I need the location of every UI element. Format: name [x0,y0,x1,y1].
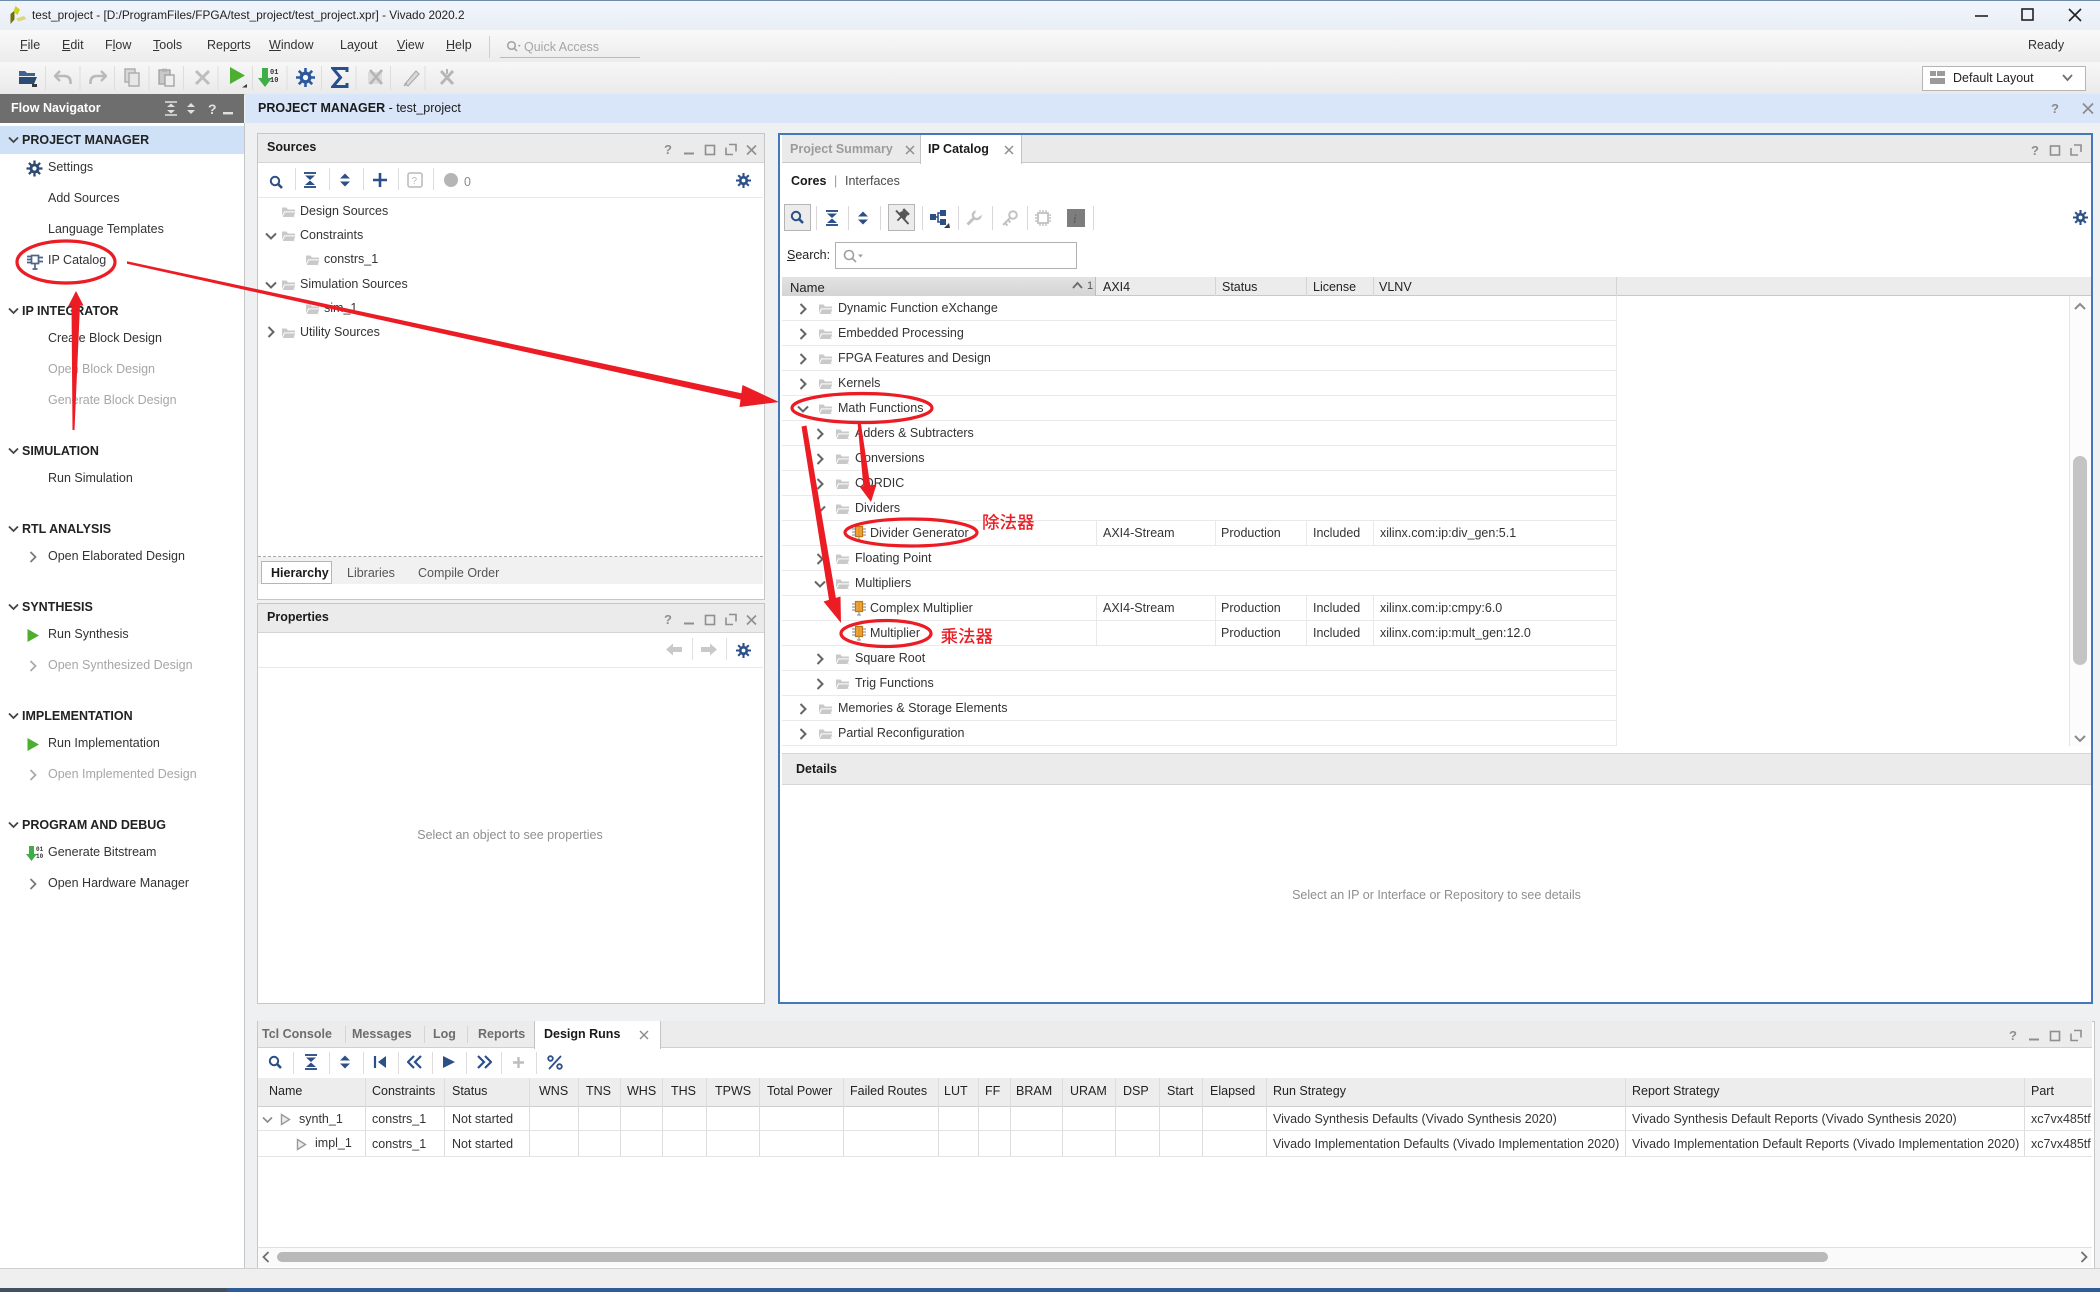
svg-text:?: ? [412,176,418,187]
svg-text:?: ? [2051,102,2059,115]
svg-text:10: 10 [270,77,278,85]
svg-text:01: 01 [36,846,44,853]
svg-text:?: ? [2031,144,2039,158]
svg-text:10: 10 [36,853,44,860]
svg-text:?: ? [208,101,217,116]
svg-text:01: 01 [270,69,278,77]
svg-text:i: i [1073,211,1077,226]
svg-text:?: ? [2009,1029,2017,1043]
